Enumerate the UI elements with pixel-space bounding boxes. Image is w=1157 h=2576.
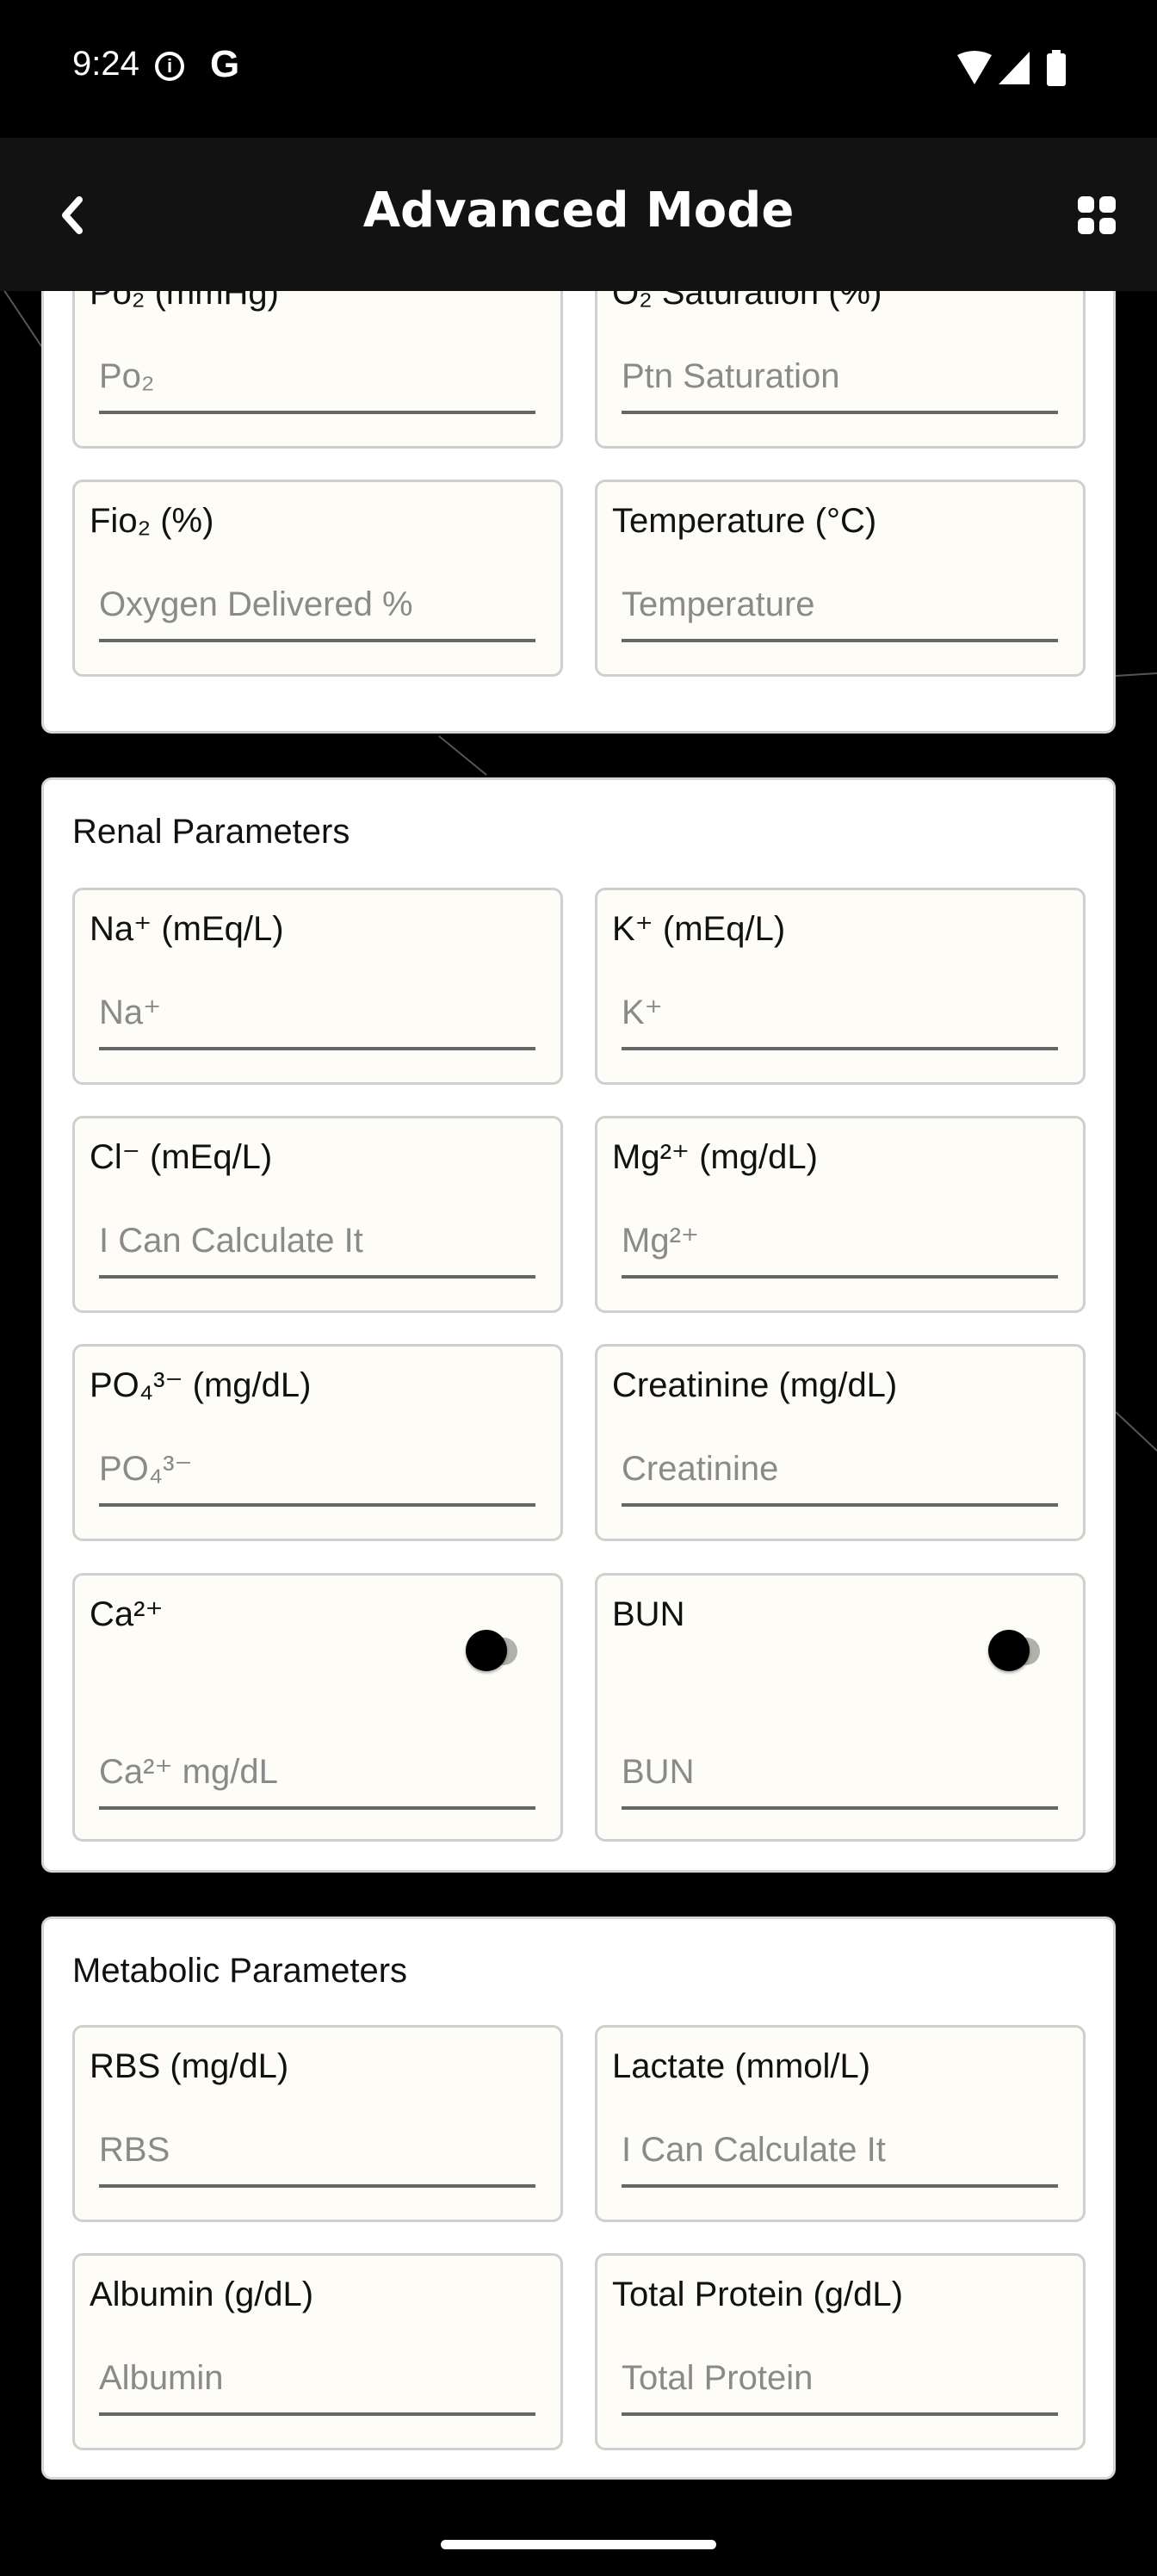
status-icons bbox=[957, 50, 1066, 86]
field-label: Ca²⁺ bbox=[90, 1595, 164, 1633]
rbs-field[interactable]: RBS (mg/dL) RBS bbox=[72, 2025, 563, 2222]
placeholder: Total Protein bbox=[622, 2359, 814, 2397]
page-title: Advanced Mode bbox=[362, 183, 795, 238]
placeholder: Creatinine bbox=[622, 1450, 779, 1488]
status-bar: 9:24 i G bbox=[0, 0, 1157, 138]
po2-input[interactable]: Po₂ bbox=[99, 352, 535, 414]
potassium-input[interactable]: K⁺ bbox=[622, 988, 1058, 1050]
placeholder: I Can Calculate It bbox=[622, 2131, 886, 2169]
bun-field[interactable]: BUN BUN bbox=[595, 1573, 1086, 1842]
battery-icon bbox=[1047, 53, 1066, 86]
placeholder: PO₄³⁻ bbox=[99, 1450, 193, 1488]
renal-parameters-card: Renal Parameters Na⁺ (mEq/L) Na⁺ K⁺ (mEq… bbox=[41, 777, 1116, 1873]
o2-saturation-input[interactable]: Ptn Saturation bbox=[622, 352, 1058, 414]
calcium-input[interactable]: Ca²⁺ mg/dL bbox=[99, 1748, 535, 1810]
phosphate-input[interactable]: PO₄³⁻ bbox=[99, 1445, 535, 1507]
grid-menu-icon[interactable] bbox=[1078, 196, 1116, 234]
phosphate-field[interactable]: PO₄³⁻ (mg/dL) PO₄³⁻ bbox=[72, 1344, 563, 1541]
field-label: Mg²⁺ (mg/dL) bbox=[612, 1138, 818, 1176]
info-icon: i bbox=[155, 52, 184, 81]
placeholder: Po₂ bbox=[99, 357, 155, 395]
placeholder: K⁺ bbox=[622, 994, 663, 1031]
field-label: K⁺ (mEq/L) bbox=[612, 910, 786, 948]
field-label: RBS (mg/dL) bbox=[90, 2047, 289, 2085]
gesture-nav-handle[interactable] bbox=[441, 2540, 716, 2549]
fio2-field[interactable]: Fio₂ (%) Oxygen Delivered % bbox=[72, 480, 563, 677]
field-label: PO₄³⁻ (mg/dL) bbox=[90, 1366, 312, 1404]
chloride-input[interactable]: I Can Calculate It bbox=[99, 1217, 535, 1279]
placeholder: RBS bbox=[99, 2131, 170, 2169]
placeholder: Na⁺ bbox=[99, 994, 162, 1031]
total-protein-field[interactable]: Total Protein (g/dL) Total Protein bbox=[595, 2253, 1086, 2450]
field-label: Cl⁻ (mEq/L) bbox=[90, 1138, 273, 1176]
signal-icon bbox=[999, 52, 1030, 84]
total-protein-input[interactable]: Total Protein bbox=[622, 2354, 1058, 2416]
toggle-knob bbox=[466, 1630, 507, 1671]
placeholder: Temperature bbox=[622, 585, 815, 623]
field-label: Albumin (g/dL) bbox=[90, 2276, 314, 2313]
field-label: Fio₂ (%) bbox=[90, 502, 214, 540]
chloride-field[interactable]: Cl⁻ (mEq/L) I Can Calculate It bbox=[72, 1116, 563, 1313]
toggle-knob bbox=[988, 1630, 1030, 1671]
lactate-input[interactable]: I Can Calculate It bbox=[622, 2126, 1058, 2188]
google-icon: G bbox=[210, 43, 240, 85]
wifi-icon bbox=[957, 51, 992, 84]
rbs-input[interactable]: RBS bbox=[99, 2126, 535, 2188]
placeholder: Oxygen Delivered % bbox=[99, 585, 413, 623]
temperature-field[interactable]: Temperature (°C) Temperature bbox=[595, 480, 1086, 677]
app-bar: Advanced Mode bbox=[0, 138, 1157, 291]
metabolic-parameters-card: Metabolic Parameters RBS (mg/dL) RBS Lac… bbox=[41, 1917, 1116, 2480]
magnesium-input[interactable]: Mg²⁺ bbox=[622, 1217, 1058, 1279]
calcium-field[interactable]: Ca²⁺ Ca²⁺ mg/dL bbox=[72, 1573, 563, 1842]
section-title: Renal Parameters bbox=[72, 813, 350, 851]
creatinine-field[interactable]: Creatinine (mg/dL) Creatinine bbox=[595, 1344, 1086, 1541]
field-label: BUN bbox=[612, 1595, 685, 1633]
albumin-field[interactable]: Albumin (g/dL) Albumin bbox=[72, 2253, 563, 2450]
magnesium-field[interactable]: Mg²⁺ (mg/dL) Mg²⁺ bbox=[595, 1116, 1086, 1313]
status-time: 9:24 bbox=[72, 45, 139, 83]
creatinine-input[interactable]: Creatinine bbox=[622, 1445, 1058, 1507]
field-label: Creatinine (mg/dL) bbox=[612, 1366, 898, 1404]
field-label: Na⁺ (mEq/L) bbox=[90, 910, 284, 948]
albumin-input[interactable]: Albumin bbox=[99, 2354, 535, 2416]
placeholder: Albumin bbox=[99, 2359, 224, 2397]
lactate-field[interactable]: Lactate (mmol/L) I Can Calculate It bbox=[595, 2025, 1086, 2222]
section-title: Metabolic Parameters bbox=[72, 1952, 408, 1990]
placeholder: Mg²⁺ bbox=[622, 1222, 699, 1260]
fio2-input[interactable]: Oxygen Delivered % bbox=[99, 580, 535, 642]
calcium-unit-toggle[interactable] bbox=[466, 1630, 519, 1673]
placeholder: I Can Calculate It bbox=[99, 1222, 363, 1260]
bun-input[interactable]: BUN bbox=[622, 1748, 1058, 1810]
placeholder: BUN bbox=[622, 1753, 695, 1791]
placeholder: Ca²⁺ mg/dL bbox=[99, 1753, 278, 1791]
bun-unit-toggle[interactable] bbox=[988, 1630, 1042, 1673]
temperature-input[interactable]: Temperature bbox=[622, 580, 1058, 642]
placeholder: Ptn Saturation bbox=[622, 357, 840, 395]
field-label: Total Protein (g/dL) bbox=[612, 2276, 903, 2313]
potassium-field[interactable]: K⁺ (mEq/L) K⁺ bbox=[595, 888, 1086, 1085]
field-label: Lactate (mmol/L) bbox=[612, 2047, 871, 2085]
sodium-field[interactable]: Na⁺ (mEq/L) Na⁺ bbox=[72, 888, 563, 1085]
sodium-input[interactable]: Na⁺ bbox=[99, 988, 535, 1050]
field-label: Temperature (°C) bbox=[612, 502, 877, 540]
